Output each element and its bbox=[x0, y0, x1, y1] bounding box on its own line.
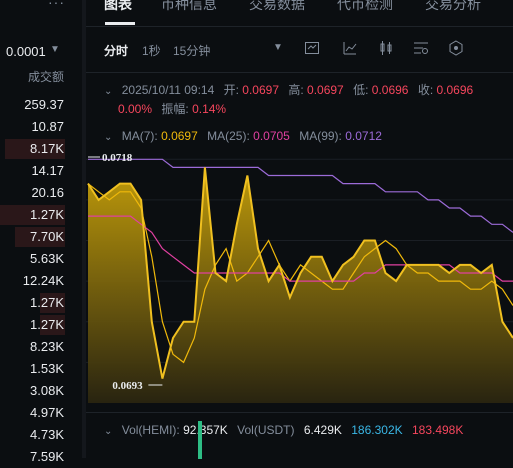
volume-row: 1.53K bbox=[0, 358, 82, 380]
volume-row: 1.27K bbox=[0, 314, 82, 336]
volume-value: 1.27K bbox=[30, 317, 64, 332]
volume-row: 5.63K bbox=[0, 248, 82, 270]
ma7-label: MA(7): bbox=[121, 129, 158, 143]
dropdown-caret-icon[interactable]: ▼ bbox=[270, 42, 286, 58]
volume-row: 8.17K bbox=[0, 138, 82, 160]
volume-value: 8.17K bbox=[30, 141, 64, 156]
volume-row: 4.97K bbox=[0, 402, 82, 424]
close-label: 收: bbox=[417, 83, 434, 97]
volume-value: 5.63K bbox=[30, 251, 64, 266]
settings-icon[interactable] bbox=[413, 40, 429, 56]
volume-panel: ⌄ Vol(HEMI): 92.357K Vol(USDT) 6.429K 18… bbox=[86, 412, 513, 459]
volume-row: 8.23K bbox=[0, 336, 82, 358]
volume-row: 10.87 bbox=[0, 116, 82, 138]
chart-type-icon[interactable] bbox=[342, 40, 358, 56]
ohlc-date: 2025/10/11 09:14 bbox=[121, 83, 215, 97]
tab-trade-data[interactable]: 交易数据 bbox=[249, 0, 305, 14]
price-area bbox=[88, 167, 513, 403]
volume-row: 259.37 bbox=[0, 94, 82, 116]
volume-value: 4.97K bbox=[30, 405, 64, 420]
volume-legend: ⌄ Vol(HEMI): 92.357K Vol(USDT) 6.429K 18… bbox=[104, 423, 463, 437]
tab-coin-info[interactable]: 币种信息 bbox=[161, 0, 217, 14]
max-price-label: 0.0718 bbox=[102, 152, 133, 164]
min-price-label: 0.0693 bbox=[112, 380, 143, 392]
volume-value: 259.37 bbox=[24, 97, 64, 112]
timeframe-line[interactable]: 分时 bbox=[104, 42, 128, 59]
amp-label: 振幅: bbox=[161, 102, 189, 116]
volume-row: 3.08K bbox=[0, 380, 82, 402]
chart-toolbar: 分时 1秒 15分钟 ▼ bbox=[86, 26, 513, 72]
active-tab-indicator bbox=[105, 22, 135, 25]
hexagon-icon[interactable] bbox=[448, 40, 464, 56]
high-label: 高: bbox=[288, 83, 304, 97]
change-value: 0.00% bbox=[118, 102, 153, 116]
low-value: 0.0696 bbox=[371, 83, 409, 97]
open-label: 开: bbox=[223, 83, 239, 97]
ma25-label: MA(25): bbox=[207, 129, 250, 143]
volume-value: 8.23K bbox=[30, 339, 64, 354]
more-dots-icon[interactable]: ··· bbox=[48, 0, 65, 10]
ma25-value: 0.0705 bbox=[253, 129, 290, 143]
chevron-down-icon[interactable]: ▼ bbox=[50, 44, 60, 55]
volume-row: 14.17 bbox=[0, 160, 82, 182]
volume-row: 1.27K bbox=[0, 204, 82, 226]
volume-row: 20.16 bbox=[0, 182, 82, 204]
candle-icon[interactable] bbox=[378, 40, 394, 56]
indicator-icon[interactable] bbox=[304, 40, 320, 56]
volume-value: 14.17 bbox=[31, 163, 64, 178]
volume-header: 成交额 bbox=[27, 70, 64, 84]
volume-row: 4.73K bbox=[0, 424, 82, 446]
volume-value: 7.59K bbox=[30, 449, 64, 464]
collapse-chevron-icon[interactable]: ⌄ bbox=[104, 86, 112, 97]
low-label: 低: bbox=[353, 83, 369, 97]
volume-bar bbox=[198, 421, 202, 459]
tab-chart[interactable]: 图表 bbox=[104, 0, 132, 14]
vol-ma2-value: 183.498K bbox=[411, 423, 464, 437]
volume-row: 1.27K bbox=[0, 292, 82, 314]
tab-token-check[interactable]: 代币检测 bbox=[337, 0, 393, 14]
close-value: 0.0696 bbox=[436, 83, 474, 97]
amp-value: 0.14% bbox=[192, 102, 227, 116]
vol-usdt-label: Vol(USDT) bbox=[237, 423, 295, 437]
high-value: 0.0697 bbox=[307, 83, 344, 97]
ma-legend: ⌄ MA(7): 0.0697 MA(25): 0.0705 MA(99): 0… bbox=[104, 129, 382, 143]
ma7-value: 0.0697 bbox=[161, 129, 198, 143]
volume-row: 7.59K bbox=[0, 446, 82, 468]
collapse-chevron-icon[interactable]: ⌄ bbox=[104, 132, 112, 143]
collapse-chevron-icon[interactable]: ⌄ bbox=[104, 426, 112, 437]
volume-value: 4.73K bbox=[30, 427, 64, 442]
volume-value: 3.08K bbox=[30, 383, 64, 398]
volume-row: 12.24K bbox=[0, 270, 82, 292]
tab-trade-analysis[interactable]: 交易分析 bbox=[425, 0, 481, 14]
timeframe-15m[interactable]: 15分钟 bbox=[173, 42, 210, 59]
chart-canvas: 0.0718 0.0693 bbox=[86, 152, 513, 403]
open-value: 0.0697 bbox=[242, 83, 279, 97]
volume-row: 7.70K bbox=[0, 226, 82, 248]
volume-value: 10.87 bbox=[31, 119, 64, 134]
volume-value: 1.27K bbox=[30, 207, 64, 222]
volume-value: 12.24K bbox=[22, 273, 64, 288]
chart-tabs: 图表 币种信息 交易数据 代币检测 交易分析 bbox=[86, 0, 513, 27]
vol-hemi-value: 92.357K bbox=[183, 423, 228, 437]
orderbook-panel: ··· 0.0001 ▼ 成交额 259.37 10.87 8.17K 14.17 20… bbox=[0, 0, 82, 464]
volume-value: 1.53K bbox=[30, 361, 64, 376]
price-step-value[interactable]: 0.0001 bbox=[6, 44, 46, 59]
vol-ma1-value: 186.302K bbox=[351, 423, 403, 437]
volume-value: 7.70K bbox=[30, 229, 64, 244]
ma99-value: 0.0712 bbox=[345, 129, 382, 143]
price-chart[interactable]: 0.0718 0.0693 ⌄ 2025/10/11 09:14 开: 0.069… bbox=[86, 72, 513, 413]
ohlc-info: ⌄ 2025/10/11 09:14 开: 0.0697 高: 0.0697 低… bbox=[104, 81, 473, 98]
volume-value: 20.16 bbox=[31, 185, 64, 200]
ma99-label: MA(99): bbox=[299, 129, 342, 143]
ma-line-ma99 bbox=[88, 158, 513, 233]
change-info: 0.00% 振幅: 0.14% bbox=[118, 100, 226, 117]
timeframe-1s[interactable]: 1秒 bbox=[142, 42, 161, 59]
volume-value: 1.27K bbox=[30, 295, 64, 310]
vol-hemi-label: Vol(HEMI): bbox=[121, 423, 180, 437]
vol-usdt-value: 6.429K bbox=[303, 423, 342, 437]
